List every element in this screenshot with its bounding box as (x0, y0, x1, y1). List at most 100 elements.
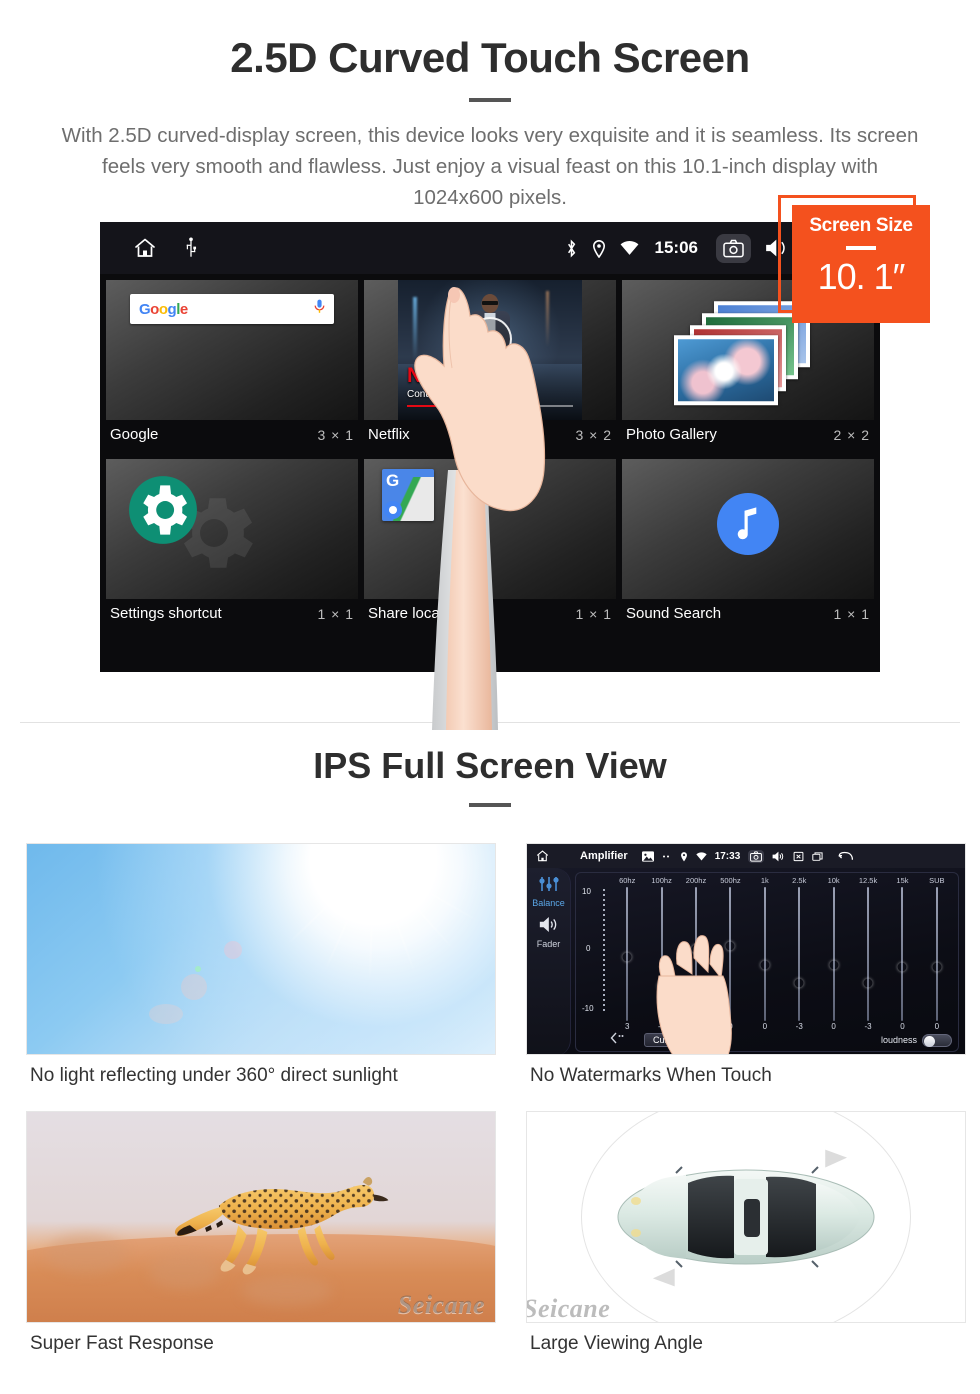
eq-band-label: 100hz (651, 876, 672, 885)
image-icon[interactable] (641, 850, 654, 862)
eq-slider[interactable] (920, 887, 954, 1021)
loudness-toggle[interactable] (922, 1033, 952, 1047)
usb-icon[interactable] (184, 237, 198, 259)
eq-value: 0 (762, 1022, 768, 1031)
eq-slider[interactable] (816, 887, 850, 1021)
sidebar-item-fader[interactable]: Fader (527, 916, 570, 949)
section-divider (20, 722, 960, 723)
amplifier-title: Amplifier (580, 850, 628, 862)
widget-row-2: Settings shortcut 1 × 1 G Share location… (106, 459, 874, 632)
eq-value: 0 (934, 1022, 940, 1031)
person-pin-icon (384, 501, 402, 519)
eq-value: 0 (900, 1022, 905, 1031)
eq-scale-max: 10 (582, 887, 591, 896)
google-logo-text: Google (139, 300, 188, 318)
widget-settings-shortcut[interactable]: Settings shortcut 1 × 1 (106, 459, 358, 632)
widget-picker-grid: Google Google 3 × 1 NETFLIX Continue Mar… (100, 274, 880, 632)
widget-label: Sound Search (626, 605, 722, 622)
google-maps-icon: G (382, 469, 434, 521)
widget-sound-search[interactable]: Sound Search 1 × 1 (622, 459, 874, 632)
sidebar-label: Fader (536, 939, 561, 949)
eq-scale: 10 0 -10 (582, 887, 610, 1013)
location-icon (680, 851, 688, 862)
watermark-seicane: Seicane (526, 1294, 611, 1323)
home-icon[interactable] (132, 236, 158, 260)
car-top-view-diagram: Seicane (526, 1111, 966, 1323)
sidebar-item-balance[interactable]: Balance (527, 876, 570, 908)
widget-size: 1 × 1 (575, 605, 612, 622)
google-search-widget[interactable]: Google (130, 294, 334, 324)
section-ips-full-screen-view: IPS Full Screen View No light reflecting… (0, 745, 980, 1369)
feature-item-no-watermark: Amplifier 17:33 Balance Fader 60hz 100hz… (526, 843, 966, 1101)
eq-value: -3 (795, 1022, 803, 1031)
widget-size: 1 × 1 (317, 605, 354, 622)
section-curved-touch-screen: 2.5D Curved Touch Screen With 2.5D curve… (0, 0, 980, 213)
widget-share-location[interactable]: G Share location 1 × 1 (364, 459, 616, 632)
widget-label: Settings shortcut (110, 605, 222, 622)
eq-band-label: 10k (827, 876, 840, 885)
widget-google[interactable]: Google Google 3 × 1 (106, 280, 358, 453)
eq-slider[interactable] (851, 887, 885, 1021)
section2-title: IPS Full Screen View (313, 745, 667, 786)
eq-slider[interactable] (782, 887, 816, 1021)
eq-slider[interactable] (748, 887, 782, 1021)
bluetooth-icon (565, 239, 578, 258)
cheetah-silhouette (174, 1176, 389, 1275)
music-note-icon (717, 493, 779, 556)
eq-slider[interactable] (610, 887, 644, 1021)
eq-band-label: SUB (929, 876, 945, 885)
widget-label: Photo Gallery (626, 426, 717, 443)
badge-label: Screen Size (809, 215, 913, 236)
screenshot-camera-icon[interactable] (748, 849, 765, 863)
eq-value: 3 (624, 1022, 630, 1031)
blue-sky-sunlight-photo (26, 843, 496, 1055)
screen-size-badge: Screen Size 10. 1″ (778, 195, 930, 323)
status-bar-clock: 15:06 (654, 238, 698, 257)
eq-band-label: 200hz (685, 876, 707, 885)
eq-scale-mid: 0 (586, 943, 591, 953)
feature-caption: Large Viewing Angle (530, 1333, 703, 1354)
wifi-icon (696, 851, 707, 861)
loudness-label: loudness (880, 1035, 917, 1045)
volume-icon[interactable] (772, 851, 785, 862)
eq-value: -3 (864, 1022, 872, 1031)
prev-preset-icon[interactable] (610, 1031, 624, 1049)
title-underline (469, 98, 511, 102)
more-dots-icon[interactable] (662, 854, 672, 859)
five-finger-hand-icon (656, 935, 732, 1054)
microphone-icon[interactable] (314, 299, 325, 319)
eq-band-label: 60hz (619, 876, 636, 885)
eq-band-labels: 60hz 100hz 200hz 500hz 1k 2.5k 10k 12.5k… (610, 876, 954, 885)
eq-band-label: 500hz (720, 876, 741, 885)
home-icon[interactable] (535, 849, 550, 863)
eq-band-label: 15k (896, 876, 909, 885)
widget-label: Share location (368, 605, 464, 622)
widget-size: 1 × 1 (833, 605, 870, 622)
feature-caption: Super Fast Response (30, 1333, 214, 1354)
screenshot-camera-icon[interactable] (716, 233, 751, 263)
blossom-photo (674, 335, 778, 406)
netflix-widget-preview: NETFLIX Continue Marvel's Daredevil (398, 280, 582, 420)
eq-band-label: 1k (760, 876, 769, 885)
amplifier-clock: 17:33 (714, 850, 741, 862)
section2-title-underline (469, 803, 511, 807)
widget-row-1: Google Google 3 × 1 NETFLIX Continue Mar… (106, 280, 874, 453)
recent-apps-icon[interactable] (812, 851, 824, 862)
equalizer-panel: 60hz 100hz 200hz 500hz 1k 2.5k 10k 12.5k… (575, 872, 959, 1052)
eq-slider[interactable] (885, 887, 919, 1021)
android-home-screen: 15:06 Google Google 3 × 1 NETFLIX Contin… (100, 222, 880, 672)
eq-band-label: 12.5k (858, 876, 878, 885)
amplifier-status-bar: Amplifier 17:33 (527, 844, 965, 868)
netflix-brand: NETFLIX (407, 364, 488, 387)
play-button-icon[interactable] (468, 316, 512, 361)
feature-caption: No light reflecting under 360° direct su… (30, 1065, 398, 1086)
status-bar: 15:06 (100, 222, 880, 274)
widget-netflix[interactable]: NETFLIX Continue Marvel's Daredevil Netf… (364, 280, 616, 453)
close-box-icon[interactable] (793, 851, 804, 862)
feature-item-sunlight: No light reflecting under 360° direct su… (26, 843, 496, 1101)
feature-item-fast-response: Seicane Super Fast Response (26, 1111, 496, 1369)
amplifier-sidebar: Balance Fader (527, 868, 571, 1054)
amplifier-equalizer-screen: Amplifier 17:33 Balance Fader 60hz 100hz… (526, 843, 966, 1055)
badge-fill: Screen Size 10. 1″ (792, 205, 930, 323)
back-arrow-icon[interactable] (838, 851, 854, 862)
